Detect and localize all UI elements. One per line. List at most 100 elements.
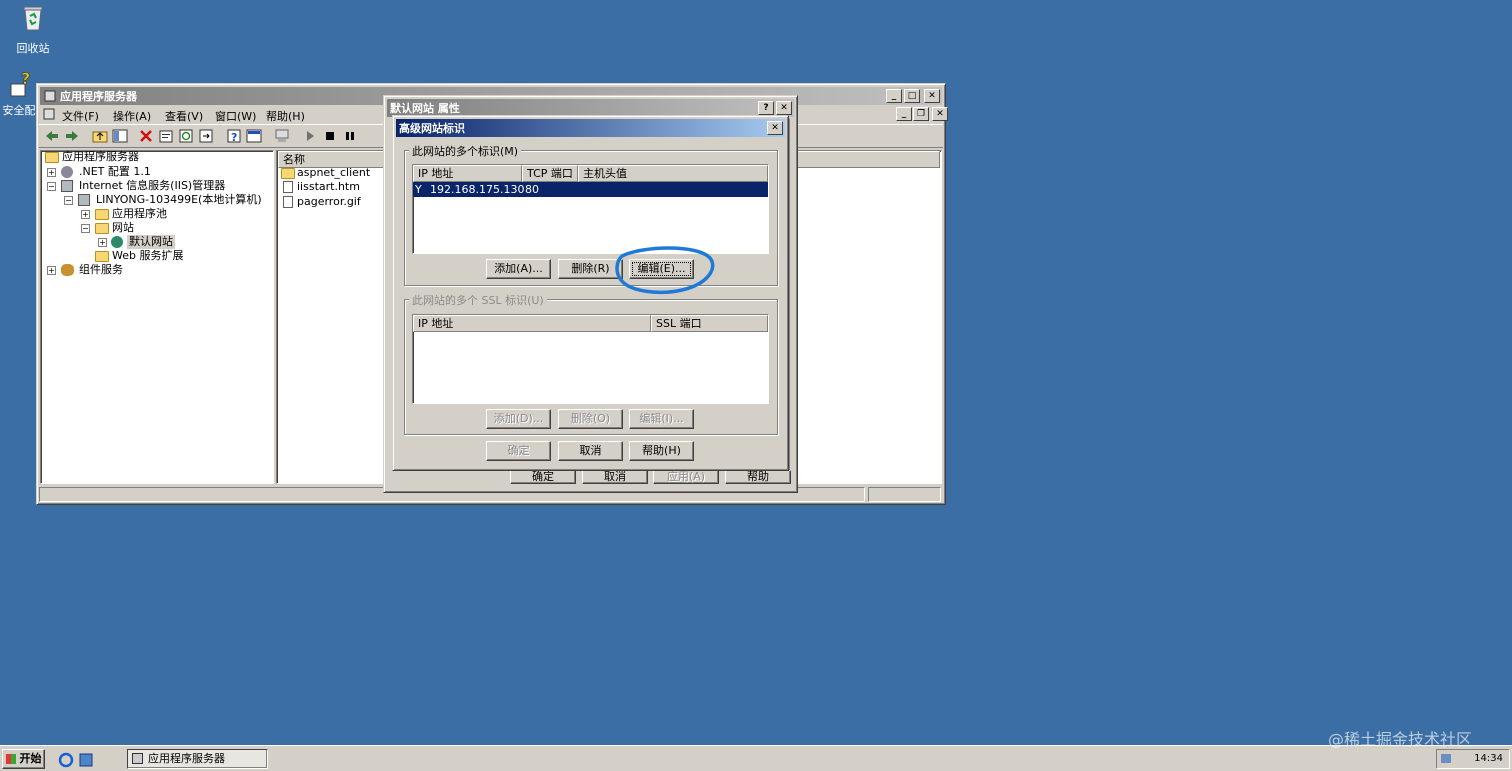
tree-item-component-services[interactable]: 组件服务 xyxy=(79,263,123,277)
app-menu-icon[interactable] xyxy=(42,107,56,121)
folder-icon xyxy=(45,152,59,163)
tree-item-default-website[interactable]: 默认网站 xyxy=(127,235,175,249)
help-button[interactable]: ? xyxy=(758,101,774,115)
identities-group-label: 此网站的多个标识(M) xyxy=(409,143,522,159)
child-minimize-button[interactable]: _ xyxy=(896,107,912,121)
collapse-icon[interactable]: − xyxy=(47,182,56,191)
child-window-buttons: _ ❐ ✕ xyxy=(896,107,948,121)
close-button[interactable]: ✕ xyxy=(924,89,940,103)
maximize-button[interactable]: □ xyxy=(904,89,920,103)
tree-item-iis-manager[interactable]: Internet 信息服务(IIS)管理器 xyxy=(79,179,225,193)
server-icon xyxy=(132,753,143,764)
table-row[interactable]: Υ 192.168.175.130 80 xyxy=(413,182,768,197)
server-icon xyxy=(44,90,56,102)
expand-icon[interactable]: + xyxy=(47,168,56,177)
properties-ok-button[interactable]: 确定 xyxy=(510,470,576,484)
console-icon[interactable] xyxy=(246,128,262,144)
show-tree-icon[interactable] xyxy=(112,128,128,144)
column-ip-address[interactable]: IP 地址 xyxy=(413,165,522,182)
highlight-circle xyxy=(615,246,715,295)
menu-window[interactable]: 窗口(W) xyxy=(215,108,256,124)
stop-icon[interactable] xyxy=(322,128,338,144)
svg-text:?: ? xyxy=(21,70,30,88)
tree-item-web-extensions[interactable]: Web 服务扩展 xyxy=(112,249,183,263)
properties-cancel-button[interactable]: 取消 xyxy=(582,470,648,484)
clock: 14:34 xyxy=(1474,753,1503,764)
taskbar: 开始 应用程序服务器 14:34 xyxy=(0,745,1512,771)
taskbar-item-label: 应用程序服务器 xyxy=(148,752,225,765)
pause-icon[interactable] xyxy=(342,128,358,144)
close-button[interactable]: ✕ xyxy=(776,101,792,115)
export-list-icon[interactable] xyxy=(198,128,214,144)
forward-icon[interactable] xyxy=(64,128,80,144)
list-item[interactable]: iisstart.htm xyxy=(297,180,360,194)
start-button[interactable]: 开始 xyxy=(2,749,45,769)
folder-icon xyxy=(95,251,109,262)
column-host-header[interactable]: 主机头值 xyxy=(578,165,768,182)
cancel-button[interactable]: 取消 xyxy=(558,441,623,461)
recycle-bin-icon xyxy=(23,6,43,31)
menu-view[interactable]: 查看(V) xyxy=(165,108,203,124)
desktop-icon-recycle-bin[interactable]: 回收站 xyxy=(0,2,66,56)
delete-icon[interactable] xyxy=(138,128,154,144)
component-services-icon xyxy=(61,264,74,276)
properties-help-button[interactable]: 帮助 xyxy=(725,470,791,484)
file-icon xyxy=(283,196,293,208)
security-config-icon: ? xyxy=(10,69,31,97)
menu-file[interactable]: 文件(F) xyxy=(62,108,99,124)
desktop-shortcut-icon[interactable] xyxy=(78,752,94,768)
menu-action[interactable]: 操作(A) xyxy=(113,108,151,124)
column-ssl-port[interactable]: SSL 端口 xyxy=(651,315,768,332)
child-close-button[interactable]: ✕ xyxy=(932,107,948,121)
tree-item-websites[interactable]: 网站 xyxy=(112,221,134,235)
minimize-button[interactable]: _ xyxy=(886,89,902,103)
menu-help[interactable]: 帮助(H) xyxy=(266,108,305,124)
network-icon: Υ xyxy=(415,183,422,196)
add-ssl-button[interactable]: 添加(D)... xyxy=(486,409,551,429)
help-icon[interactable]: ? xyxy=(226,128,242,144)
column-tcp-port[interactable]: TCP 端口 xyxy=(522,165,578,182)
close-button[interactable]: ✕ xyxy=(767,121,783,135)
edit-ssl-button[interactable]: 编辑(I)... xyxy=(629,409,694,429)
refresh-icon[interactable] xyxy=(178,128,194,144)
up-folder-icon[interactable] xyxy=(92,128,108,144)
tray-icon[interactable] xyxy=(1441,754,1451,763)
properties-dialog-title: 默认网站 属性 xyxy=(390,102,460,115)
list-item[interactable]: pagerror.gif xyxy=(297,195,361,209)
taskbar-item-app-server[interactable]: 应用程序服务器 xyxy=(127,749,268,769)
folder-icon xyxy=(95,209,109,220)
back-icon[interactable] xyxy=(44,128,60,144)
tree-item-app-pools[interactable]: 应用程序池 xyxy=(112,207,167,221)
folder-icon xyxy=(95,223,109,234)
expand-icon[interactable]: + xyxy=(81,210,90,219)
expand-icon[interactable]: + xyxy=(98,238,107,247)
status-panel xyxy=(868,487,941,502)
child-restore-button[interactable]: ❐ xyxy=(913,107,929,121)
expand-icon[interactable]: + xyxy=(47,266,56,275)
properties-icon[interactable] xyxy=(158,128,174,144)
ssl-group-label: 此网站的多个 SSL 标识(U) xyxy=(409,292,547,308)
ie-icon[interactable] xyxy=(58,752,74,768)
list-item[interactable]: aspnet_client xyxy=(297,166,370,180)
file-icon xyxy=(283,181,293,193)
tree-item-local-computer[interactable]: LINYONG-103499E(本地计算机) xyxy=(96,193,262,207)
collapse-icon[interactable]: − xyxy=(64,196,73,205)
add-identity-button[interactable]: 添加(A)... xyxy=(486,259,551,279)
properties-apply-button[interactable]: 应用(A) xyxy=(653,470,719,484)
remove-ssl-button[interactable]: 删除(O) xyxy=(558,409,623,429)
tree-item-app-server[interactable]: 应用程序服务器 xyxy=(62,150,139,164)
iis-icon xyxy=(61,180,73,192)
column-ssl-ip-address[interactable]: IP 地址 xyxy=(413,315,651,332)
gear-icon xyxy=(61,166,73,178)
list-column-extra[interactable] xyxy=(796,151,940,168)
start-label: 开始 xyxy=(19,752,42,765)
advanced-dialog-titlebar[interactable]: 高级网站标识 ✕ xyxy=(396,119,785,137)
system-tray: 14:34 xyxy=(1436,749,1510,769)
computer-icon[interactable] xyxy=(274,128,290,144)
tree-item-net-config[interactable]: .NET 配置 1.1 xyxy=(79,165,151,179)
play-icon[interactable] xyxy=(302,128,318,144)
desktop-icon-label: 回收站 xyxy=(16,42,50,55)
ok-button[interactable]: 确定 xyxy=(486,441,551,461)
help-button[interactable]: 帮助(H) xyxy=(629,441,694,461)
collapse-icon[interactable]: − xyxy=(81,224,90,233)
